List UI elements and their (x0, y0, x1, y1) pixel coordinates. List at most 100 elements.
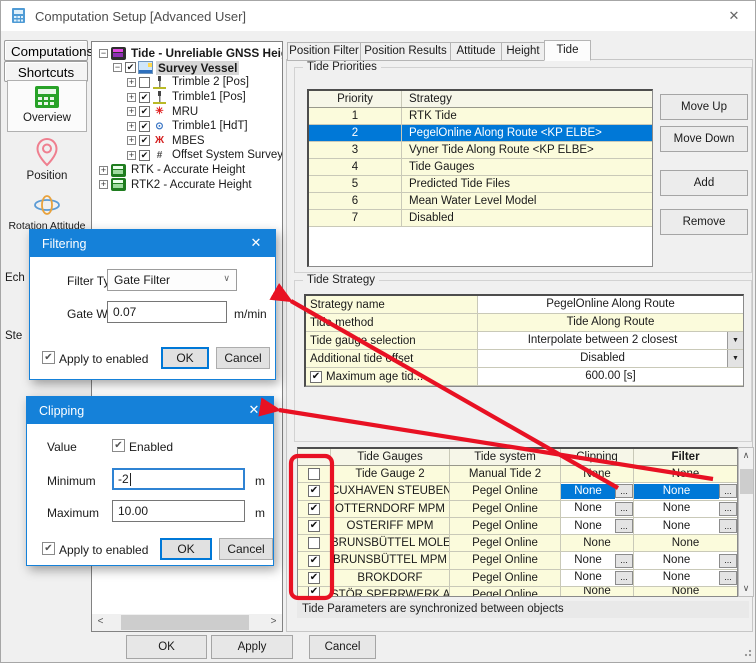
tree-checkbox[interactable]: ✔ (139, 106, 150, 117)
move-up-button[interactable]: Move Up (660, 94, 748, 120)
gauges-column-header[interactable]: Filter (634, 449, 737, 465)
minimum-input[interactable]: -2 (112, 468, 245, 490)
tree-expander-icon[interactable]: + (99, 180, 108, 189)
strategy-row-value[interactable]: Disabled (478, 350, 727, 367)
cancel-button[interactable]: Cancel (309, 635, 376, 659)
gauge-row[interactable]: ✔ BRUNSBÜTTEL MPM Pegel Online None ... … (298, 552, 737, 569)
tree-expander-icon[interactable]: + (127, 151, 136, 160)
gauge-row[interactable]: ✔ STÖR SPERRWERK A Pegel Online None ...… (298, 587, 737, 597)
priority-row[interactable]: 1 RTK Tide (309, 108, 652, 125)
filtering-dialog-titlebar[interactable]: Filtering ✕ (30, 230, 275, 257)
filter-ellipsis-button[interactable]: ... (719, 484, 737, 498)
filter-type-select[interactable]: Gate Filter ∨ (107, 269, 237, 291)
priority-row[interactable]: 4 Tide Gauges (309, 159, 652, 176)
sidebar-item-overview[interactable]: Overview (7, 80, 87, 132)
priority-row[interactable]: 5 Predicted Tide Files (309, 176, 652, 193)
apply-to-enabled-checkbox[interactable]: ✔ (42, 542, 55, 555)
scrollbar-thumb[interactable] (740, 469, 753, 494)
filter-value-cell[interactable]: None (634, 536, 737, 551)
priority-column-header[interactable]: Priority (309, 91, 402, 107)
clipping-value-cell[interactable]: None (561, 536, 633, 551)
gauges-column-header[interactable]: Tide Gauges (331, 449, 450, 465)
tab[interactable]: Height (501, 42, 545, 61)
apply-to-enabled-checkbox[interactable]: ✔ (42, 351, 55, 364)
clipping-value-cell[interactable]: None (561, 467, 633, 482)
tree-item[interactable]: + ✔ ✳ MRU (94, 104, 283, 119)
tree-item[interactable]: + ✔ Ж MBES (94, 134, 283, 149)
scroll-right-icon[interactable]: > (265, 614, 282, 631)
sidebar-item-position[interactable]: Position (7, 137, 87, 187)
tree-horizontal-scrollbar[interactable]: < > (92, 614, 282, 631)
move-down-button[interactable]: Move Down (660, 126, 748, 152)
clipping-value-cell[interactable]: None (561, 501, 615, 516)
filter-value-cell[interactable]: None (634, 553, 719, 568)
tree-checkbox[interactable]: ✔ (139, 121, 150, 132)
shortcuts-button[interactable]: Shortcuts (4, 61, 88, 82)
gauge-checkbox[interactable]: ✔ (308, 587, 320, 597)
clipping-value-cell[interactable]: None (561, 519, 615, 534)
maximum-input[interactable]: 10.00 (112, 500, 245, 522)
tree-item[interactable]: + ✔ ⊙ Trimble1 [HdT] (94, 119, 283, 134)
gauge-row[interactable]: ✔ OTTERNDORF MPM Pegel Online None ... N… (298, 501, 737, 518)
strategy-row-value[interactable]: Interpolate between 2 closest (478, 332, 727, 349)
strategy-checkbox[interactable]: ✔ (310, 371, 322, 383)
clipping-value-cell[interactable]: None (561, 553, 615, 568)
filter-ellipsis-button[interactable]: ... (719, 554, 737, 568)
tree-expander-icon[interactable]: + (127, 78, 136, 87)
priority-row[interactable]: 6 Mean Water Level Model (309, 193, 652, 210)
filter-value-cell[interactable]: None (634, 519, 719, 534)
filter-value-cell[interactable]: None (634, 570, 719, 585)
priority-row[interactable]: 7 Disabled (309, 210, 652, 227)
strategy-row-value[interactable]: Tide Along Route (478, 314, 743, 331)
gauge-checkbox[interactable]: ✔ (308, 520, 320, 532)
gauge-row[interactable]: ✔ OSTERIFF MPM Pegel Online None ... Non… (298, 518, 737, 535)
tree-item[interactable]: − ✔ Survey Vessel (94, 61, 283, 76)
clipping-value-cell[interactable]: None (561, 484, 615, 499)
strategy-row-value[interactable]: 600.00 [s] (478, 368, 743, 385)
gauges-column-header[interactable]: Tide system (450, 449, 561, 465)
enabled-checkbox[interactable]: ✔ (112, 439, 125, 452)
close-icon[interactable]: ✕ (248, 235, 264, 251)
resize-grip[interactable] (742, 649, 752, 659)
strategy-column-header[interactable]: Strategy (402, 91, 652, 107)
filter-ellipsis-button[interactable]: ... (719, 519, 737, 533)
gauge-checkbox[interactable]: ✔ (308, 485, 320, 497)
tree-checkbox[interactable]: ✔ (139, 135, 150, 146)
tab[interactable]: Position Results (360, 42, 451, 61)
ok-button[interactable]: OK (160, 538, 212, 560)
gauge-row[interactable]: BRUNSBÜTTEL MOLE Pegel Online None ... N… (298, 535, 737, 552)
tree-item[interactable]: + ✔ # Offset System Survey Ve (94, 148, 283, 163)
cancel-button[interactable]: Cancel (216, 347, 270, 369)
gauge-row[interactable]: ✔ CUXHAVEN STEUBENH Pegel Online None ..… (298, 483, 737, 500)
clipping-value-cell[interactable]: None (561, 570, 615, 585)
gauge-checkbox[interactable] (308, 468, 320, 480)
clipping-value-cell[interactable]: None (561, 587, 633, 597)
tree-expander-icon[interactable]: + (127, 136, 136, 145)
tree-item[interactable]: + RTK - Accurate Height (94, 163, 283, 178)
tree-item[interactable]: + ✔ Trimble1 [Pos] (94, 90, 283, 105)
sidebar-item-echosounder[interactable]: Ech (5, 272, 25, 284)
tree-expander-icon[interactable]: + (127, 93, 136, 102)
tree-expander-icon[interactable]: + (127, 107, 136, 116)
tree-item[interactable]: + RTK2 - Accurate Height (94, 177, 283, 192)
tree-checkbox[interactable] (139, 77, 150, 88)
add-button[interactable]: Add (660, 170, 748, 196)
filter-value-cell[interactable]: None (634, 484, 719, 499)
tree-expander-icon[interactable]: + (99, 166, 108, 175)
window-close-icon[interactable]: ✕ (725, 8, 743, 24)
tree-expander-icon[interactable]: + (127, 122, 136, 131)
gauge-checkbox[interactable]: ✔ (308, 555, 320, 567)
gauges-vertical-scrollbar[interactable]: ∧ ∨ (738, 447, 754, 597)
gauge-row[interactable]: Tide Gauge 2 Manual Tide 2 None ... None… (298, 466, 737, 483)
filter-value-cell[interactable]: None (634, 501, 719, 516)
scrollbar-thumb[interactable] (121, 615, 249, 630)
tab[interactable]: Attitude (450, 42, 502, 61)
ok-button[interactable]: OK (161, 347, 209, 369)
priority-row[interactable]: 3 Vyner Tide Along Route <KP ELBE> (309, 142, 652, 159)
gauge-checkbox[interactable]: ✔ (308, 503, 320, 515)
computations-button[interactable]: Computations (4, 40, 88, 61)
scroll-left-icon[interactable]: < (92, 614, 109, 631)
clipping-ellipsis-button[interactable]: ... (615, 502, 633, 516)
tab[interactable]: Position Filter (287, 42, 361, 61)
scroll-down-icon[interactable]: ∨ (739, 581, 753, 596)
